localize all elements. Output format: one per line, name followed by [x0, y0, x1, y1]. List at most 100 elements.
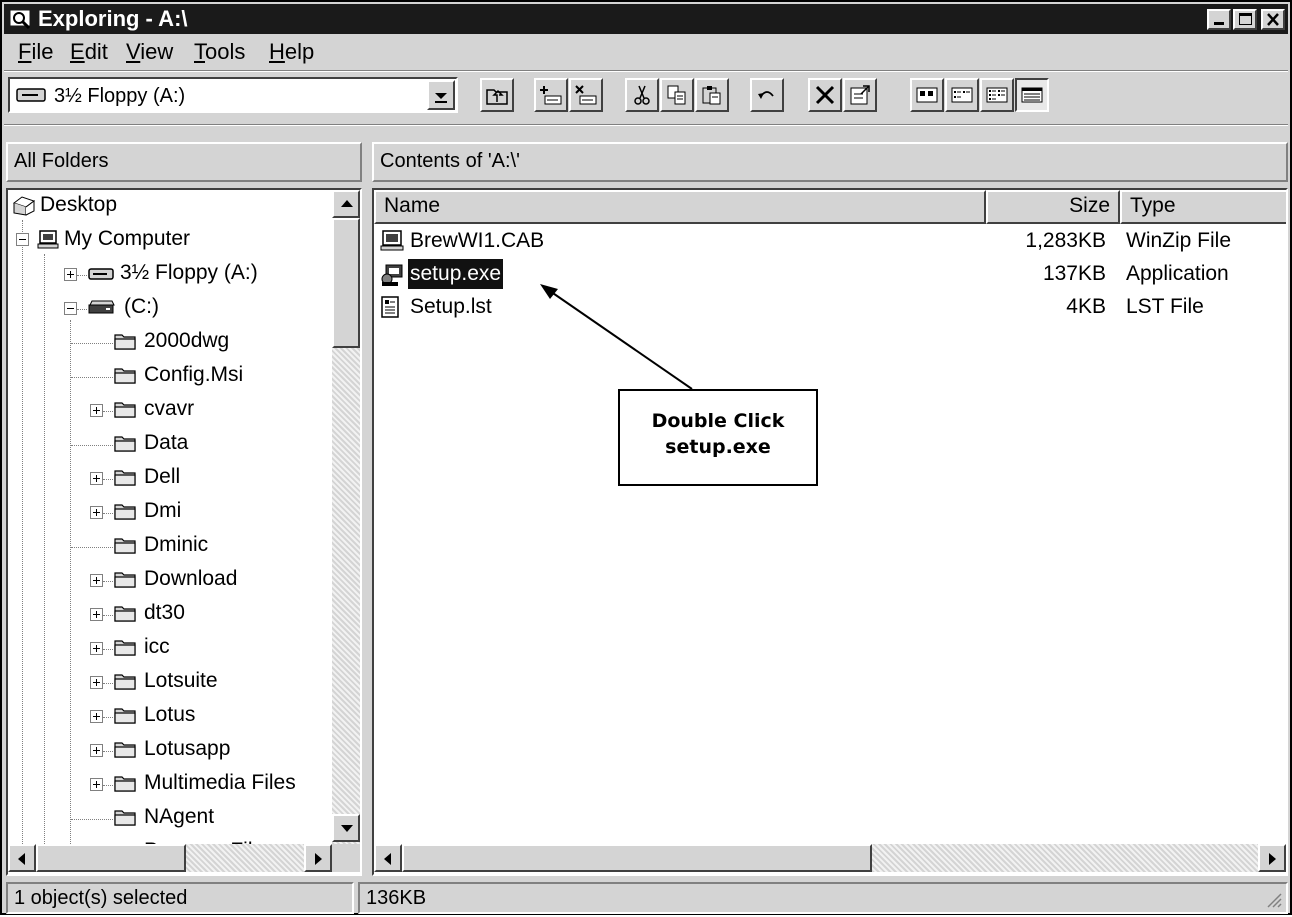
- copy-button[interactable]: [660, 78, 694, 112]
- type-column-header[interactable]: Type: [1120, 190, 1286, 224]
- expand-lotsuite-toggle[interactable]: [90, 676, 103, 689]
- details-view-button[interactable]: [1015, 78, 1049, 112]
- minimize-button[interactable]: [1207, 9, 1231, 30]
- contents-horizontal-scrollbar[interactable]: [374, 844, 1286, 872]
- menu-tools[interactable]: Tools: [194, 39, 245, 65]
- small-icons-icon: [951, 87, 973, 103]
- paste-icon: [702, 86, 721, 105]
- folder-icon: [114, 436, 136, 452]
- tree-scroll-up-button[interactable]: [332, 190, 360, 218]
- expand-multimedia-files-toggle[interactable]: [90, 778, 103, 791]
- tree-connector: [103, 683, 113, 684]
- file-size: 137KB: [1042, 262, 1106, 285]
- map-drive-icon: [540, 86, 562, 105]
- window-title: Exploring - A:\: [38, 6, 188, 31]
- file-row-brewwi1-cab[interactable]: BrewWI1.CAB 1,283KB WinZip File: [380, 226, 1280, 259]
- menu-file[interactable]: File: [18, 39, 53, 65]
- tree-connector: [103, 649, 113, 650]
- tree-connector: [103, 717, 113, 718]
- large-icons-view-button[interactable]: [910, 78, 944, 112]
- cut-button[interactable]: [625, 78, 659, 112]
- tree-scroll-left-button[interactable]: [8, 844, 36, 872]
- paste-button[interactable]: [695, 78, 729, 112]
- floppy-drive-icon: [16, 88, 46, 102]
- expand-lotusapp-toggle[interactable]: [90, 744, 103, 757]
- instruction-callout: Double Click setup.exe: [618, 389, 818, 486]
- desktop-icon: [12, 196, 36, 216]
- tree-horizontal-scrollbar[interactable]: [8, 844, 332, 872]
- contents-hscroll-thumb[interactable]: [402, 844, 872, 872]
- size-column-header[interactable]: Size: [986, 190, 1120, 224]
- expand-dmi-toggle[interactable]: [90, 506, 103, 519]
- address-combo[interactable]: 3½ Floppy (A:): [8, 77, 458, 113]
- small-icons-view-button[interactable]: [945, 78, 979, 112]
- file-row-setup-lst[interactable]: Setup.lst 4KB LST File: [380, 292, 1280, 325]
- file-row-setup-exe[interactable]: setup.exe 137KB Application: [380, 258, 1280, 292]
- tree-connector: [103, 615, 113, 616]
- explorer-window: Exploring - A:\ File Edit View Tools Hel…: [0, 0, 1292, 915]
- address-dropdown-button[interactable]: [427, 80, 455, 110]
- collapse-c-drive-toggle[interactable]: [64, 302, 77, 315]
- file-type: WinZip File: [1126, 229, 1232, 252]
- contents-scroll-left-button[interactable]: [374, 844, 402, 872]
- folder-tree-pane[interactable]: Desktop My Computer 3½ Floppy (A:) (C:) …: [6, 188, 362, 876]
- folder-icon: [114, 708, 136, 724]
- expand-download-toggle[interactable]: [90, 574, 103, 587]
- up-folder-icon: [486, 89, 508, 105]
- folder-icon: [114, 334, 136, 350]
- folder-icon: [114, 504, 136, 520]
- expand-dt30-toggle[interactable]: [90, 608, 103, 621]
- list-view-button[interactable]: [980, 78, 1014, 112]
- tree-connector: [103, 479, 113, 480]
- map-network-drive-button[interactable]: [534, 78, 568, 112]
- expand-floppy-toggle[interactable]: [64, 268, 77, 281]
- folder-icon: [114, 776, 136, 792]
- folder-icon: [114, 402, 136, 418]
- undo-button[interactable]: [750, 78, 784, 112]
- menu-help[interactable]: Help: [269, 39, 314, 65]
- tree-scroll-thumb[interactable]: [332, 218, 360, 348]
- tree-hscroll-thumb[interactable]: [36, 844, 186, 872]
- tree-connector: [103, 411, 113, 412]
- expand-icc-toggle[interactable]: [90, 642, 103, 655]
- up-one-level-button[interactable]: [480, 78, 514, 112]
- close-button[interactable]: [1261, 9, 1285, 30]
- tree-connector: [103, 785, 113, 786]
- file-size: 1,283KB: [1025, 229, 1106, 252]
- file-name-selected: setup.exe: [406, 258, 505, 290]
- menu-edit[interactable]: Edit: [70, 39, 108, 65]
- collapse-my-computer-toggle[interactable]: [16, 233, 29, 246]
- delete-button[interactable]: [808, 78, 842, 112]
- expand-lotus-toggle[interactable]: [90, 710, 103, 723]
- title-bar[interactable]: Exploring - A:\: [4, 4, 1288, 34]
- tree-vertical-scrollbar[interactable]: [332, 190, 360, 844]
- menu-view[interactable]: View: [126, 39, 173, 65]
- copy-icon: [667, 85, 686, 105]
- file-list-pane[interactable]: Name Size Type BrewWI1.CAB 1,283KB WinZi…: [372, 188, 1288, 876]
- name-column-header[interactable]: Name: [374, 190, 986, 224]
- toolbar-divider: [4, 124, 1288, 126]
- details-view-icon: [1021, 87, 1043, 103]
- tree-scroll-down-button[interactable]: [332, 814, 360, 842]
- scissors-icon: [634, 85, 650, 105]
- expand-cvavr-toggle[interactable]: [90, 404, 103, 417]
- tree-connector: [103, 581, 113, 582]
- folder-icon: [114, 368, 136, 384]
- tree-connector: [71, 343, 113, 344]
- tree-scroll-right-button[interactable]: [304, 844, 332, 872]
- resize-grip-icon[interactable]: [1264, 890, 1282, 908]
- expand-dell-toggle[interactable]: [90, 472, 103, 485]
- status-selection-count: 1 object(s) selected: [6, 882, 354, 914]
- file-type: LST File: [1126, 295, 1204, 318]
- contents-scroll-right-button[interactable]: [1258, 844, 1286, 872]
- chevron-down-icon: [435, 93, 447, 103]
- undo-icon: [758, 91, 774, 99]
- properties-button[interactable]: [843, 78, 877, 112]
- maximize-button[interactable]: [1233, 9, 1257, 30]
- disconnect-network-drive-button[interactable]: [569, 78, 603, 112]
- tree-connector: [71, 547, 113, 548]
- all-folders-header: All Folders: [6, 142, 362, 182]
- floppy-drive-icon: [88, 268, 114, 280]
- callout-line-2: setup.exe: [665, 436, 771, 458]
- delete-x-icon: [815, 85, 835, 105]
